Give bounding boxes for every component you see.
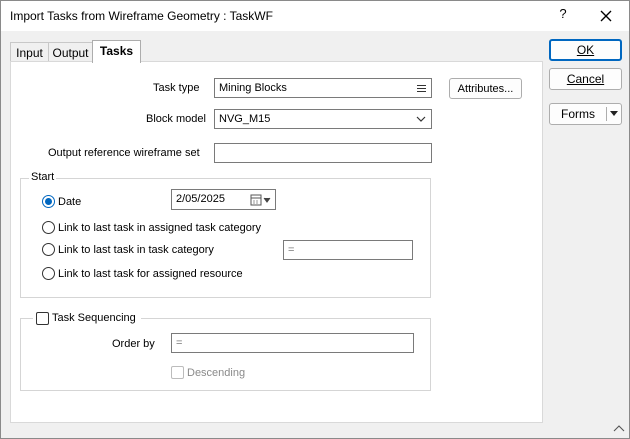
task-type-field[interactable]: Mining Blocks xyxy=(214,78,432,98)
block-model-value: NVG_M15 xyxy=(219,113,271,125)
close-icon[interactable] xyxy=(597,7,615,25)
tasks-panel: Task type Mining Blocks Attributes... Bl… xyxy=(10,61,543,423)
descending-label: Descending xyxy=(187,367,246,379)
forms-button-label: Forms xyxy=(561,107,595,121)
radio-date[interactable] xyxy=(42,195,55,208)
ok-button[interactable]: OK xyxy=(549,39,622,61)
help-button[interactable]: ? xyxy=(555,6,571,26)
radio-link-assigned-resource[interactable] xyxy=(42,267,55,280)
start-group-title: Start xyxy=(29,171,57,183)
task-type-label: Task type xyxy=(153,82,200,94)
chevron-down-icon[interactable] xyxy=(610,111,618,117)
cancel-button-label: Cancel xyxy=(566,72,605,86)
task-category-field[interactable]: = xyxy=(283,240,413,260)
collapse-chevron-icon[interactable] xyxy=(613,423,625,433)
cancel-button[interactable]: Cancel xyxy=(549,68,622,90)
title-bar: Import Tasks from Wireframe Geometry : T… xyxy=(1,1,629,31)
block-model-select[interactable]: NVG_M15 xyxy=(214,109,432,129)
chevron-down-icon[interactable] xyxy=(416,116,426,123)
calendar-icon[interactable] xyxy=(250,194,272,206)
descending-checkbox[interactable] xyxy=(171,366,184,379)
tab-output[interactable]: Output xyxy=(48,42,93,63)
link-assigned-resource-label: Link to last task for assigned resource xyxy=(58,268,243,280)
task-sequencing-label: Task Sequencing xyxy=(52,312,136,324)
dialog-window: Import Tasks from Wireframe Geometry : T… xyxy=(0,0,630,439)
date-option-label: Date xyxy=(58,196,82,208)
forms-button[interactable]: Forms xyxy=(549,103,622,125)
tab-input[interactable]: Input xyxy=(10,42,49,63)
block-model-label: Block model xyxy=(146,113,206,125)
order-by-field[interactable]: = xyxy=(171,333,414,353)
radio-link-assigned-category[interactable] xyxy=(42,221,55,234)
ok-button-label: OK xyxy=(576,43,595,57)
link-task-category-label: Link to last task in task category xyxy=(58,244,214,256)
task-type-value: Mining Blocks xyxy=(219,82,287,94)
radio-link-task-category[interactable] xyxy=(42,243,55,256)
output-ref-field[interactable] xyxy=(214,143,432,163)
sequencing-group xyxy=(20,318,431,391)
output-ref-label: Output reference wireframe set xyxy=(48,147,200,159)
task-sequencing-checkbox[interactable] xyxy=(36,312,49,325)
window-title: Import Tasks from Wireframe Geometry : T… xyxy=(10,9,273,23)
link-assigned-category-label: Link to last task in assigned task categ… xyxy=(58,222,261,234)
tab-tasks[interactable]: Tasks xyxy=(92,40,141,63)
date-picker[interactable]: 2/05/2025 xyxy=(171,189,276,210)
forms-button-divider xyxy=(606,107,607,121)
attributes-button[interactable]: Attributes... xyxy=(449,78,522,99)
order-by-label: Order by xyxy=(112,338,155,350)
list-icon[interactable] xyxy=(417,84,426,93)
date-value: 2/05/2025 xyxy=(176,193,225,205)
